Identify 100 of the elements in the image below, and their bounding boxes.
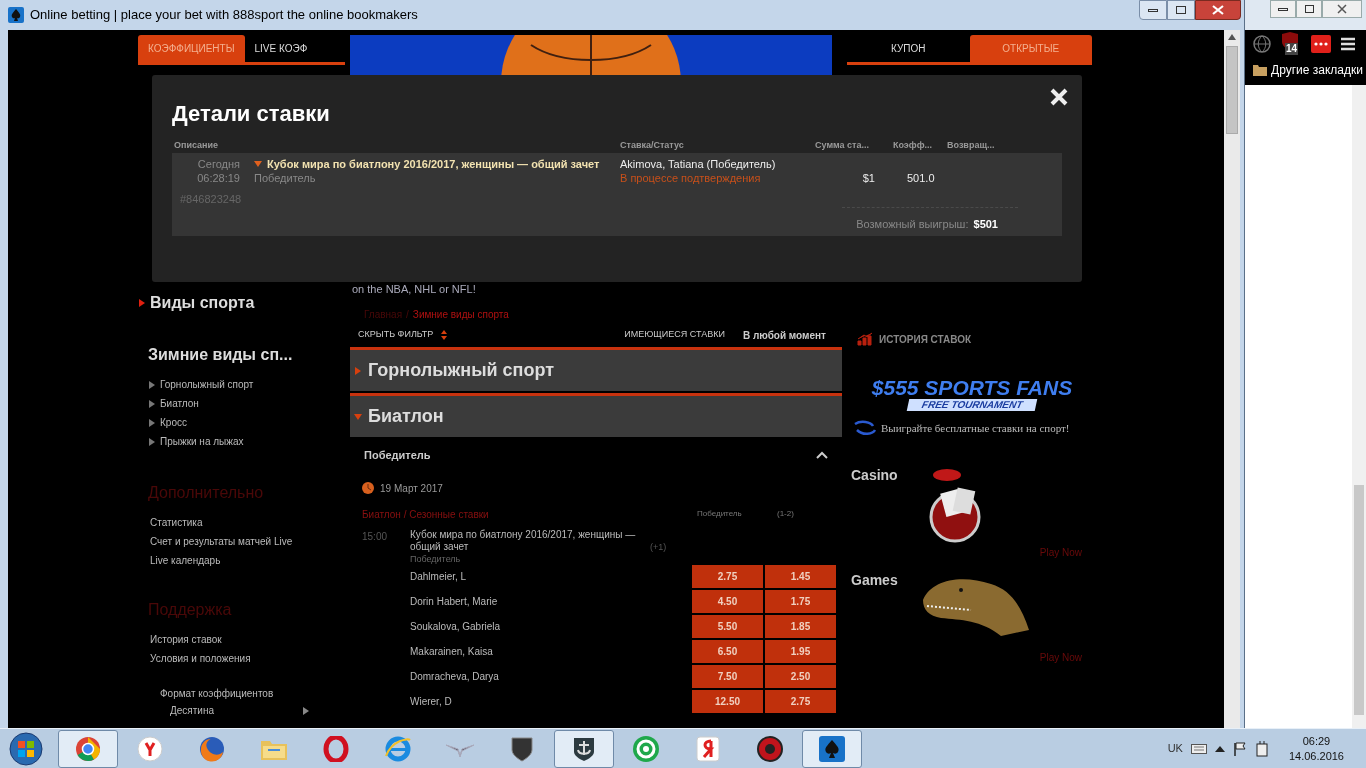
odds-button[interactable]: 6.50 — [692, 640, 763, 663]
column-header: Описание — [174, 139, 220, 151]
keyboard-icon[interactable] — [1190, 743, 1207, 754]
sidebar-link[interactable]: Статистика — [150, 513, 345, 532]
potential-win-value: $501 — [973, 216, 998, 232]
taskbar-button[interactable] — [802, 729, 862, 768]
odds-button[interactable]: 1.45 — [765, 565, 836, 588]
close-icon — [1337, 4, 1347, 14]
odds-button[interactable]: 2.75 — [692, 565, 763, 588]
sport-link[interactable]: Биатлон — [160, 396, 199, 411]
spade-icon — [819, 735, 845, 762]
menu-icon[interactable] — [1341, 37, 1355, 51]
caret-icon — [354, 412, 362, 421]
taskbar-button[interactable] — [554, 729, 614, 768]
column-header: (1-2) — [777, 508, 794, 520]
minimize-button[interactable] — [1270, 0, 1296, 18]
runner-name: Makarainen, Kaisa — [409, 645, 494, 659]
close-icon — [1212, 5, 1224, 15]
breadcrumb-current: Зимние виды спорта — [412, 307, 509, 322]
banner-caption: on the NBA, NHL or NFL! — [351, 282, 477, 297]
scrollbar-thumb[interactable] — [1354, 485, 1364, 715]
close-icon[interactable] — [1050, 88, 1068, 106]
promo-title: Games — [851, 571, 899, 590]
section-heading: Поддержка — [148, 600, 233, 620]
restore-button[interactable] — [1296, 0, 1322, 18]
bullet-icon — [148, 399, 156, 408]
sport-section-header[interactable]: Биатлон — [350, 393, 842, 437]
event-market: Победитель — [410, 553, 462, 565]
sidebar-link[interactable]: Счет и результаты матчей Live — [150, 532, 345, 551]
language-indicator[interactable]: UK — [1167, 740, 1183, 757]
sport-link[interactable]: Прыжки на лыжах — [160, 434, 244, 449]
swoosh-ring-icon — [384, 735, 412, 762]
sport-link[interactable]: Горнолыжный спорт — [160, 377, 254, 392]
promo-banner[interactable]: $555 SPORTS FANS FREE TOURNAMENT — [861, 377, 1083, 411]
bookmark-folder[interactable]: Другие закладки — [1253, 58, 1366, 82]
runner-name: Wierer, D — [409, 695, 453, 709]
bet-odds: 501.0 — [907, 171, 935, 185]
promo-text: Выиграйте бесплатные ставки на спорт! — [881, 420, 1070, 436]
odds-button[interactable]: 5.50 — [692, 615, 763, 638]
badge-count: 14 — [1285, 43, 1299, 55]
runner-name: Domracheva, Darya — [409, 670, 500, 684]
clock-date[interactable]: 14.06.2016 — [1288, 748, 1344, 764]
coupon-tab[interactable]: КУПОН — [847, 35, 970, 62]
scrollbar[interactable] — [1224, 30, 1240, 728]
column-header: Возвращ... — [947, 139, 996, 151]
odds-button[interactable]: 1.95 — [765, 640, 836, 663]
odds-button[interactable]: 4.50 — [692, 590, 763, 613]
flag-icon[interactable] — [1232, 741, 1247, 756]
dialog-title: Детали ставки — [172, 100, 331, 128]
minimize-button[interactable] — [1139, 0, 1167, 20]
sidebar-link[interactable]: Live календарь — [150, 551, 345, 570]
clock-time[interactable]: 06:29 — [1302, 733, 1331, 749]
scrollbar-thumb[interactable] — [1226, 46, 1238, 134]
globe-icon[interactable] — [1253, 35, 1271, 53]
close-button[interactable] — [1195, 0, 1241, 20]
runner-name: Dahlmeier, L — [409, 570, 468, 584]
sports-link[interactable]: Виды спорта — [150, 291, 255, 315]
odds-button[interactable]: 1.75 — [765, 590, 836, 613]
chevron-icon[interactable] — [816, 451, 828, 459]
odds-format-label: Формат коэффициентов — [160, 687, 275, 701]
column-header: Сумма ста... — [815, 139, 870, 151]
available-bets-link[interactable]: ИМЕЮЩИЕСЯ СТАВКИ — [624, 328, 725, 342]
odds-format-select[interactable]: Десятина — [170, 703, 214, 718]
up-arrow-icon[interactable] — [1228, 34, 1236, 40]
sidebar-link[interactable]: История ставок — [150, 630, 345, 649]
swirl-icon — [853, 420, 877, 436]
sport-section-header[interactable]: Горнолыжный спорт — [350, 347, 842, 391]
spinner-icon — [302, 706, 310, 715]
odds-button[interactable]: 12.50 — [692, 690, 763, 713]
hide-filter-link[interactable]: СКРЫТЬ ФИЛЬТР — [358, 328, 434, 342]
bullet-icon — [138, 299, 146, 307]
odds-button[interactable]: 2.50 — [765, 665, 836, 688]
odds-button[interactable]: 1.85 — [765, 615, 836, 638]
tricolor-ring-icon — [75, 735, 101, 762]
dots-icon[interactable] — [1311, 35, 1331, 53]
sort-icon — [441, 330, 448, 340]
category-title: Зимние виды сп... — [148, 345, 294, 365]
runner-name: Dorin Habert, Marie — [409, 595, 499, 609]
bet-event[interactable]: Кубок мира по биатлону 2016/2017, женщины — общий зачет — [267, 157, 600, 171]
odds-button[interactable]: 2.75 — [765, 690, 836, 713]
bet-time: 06:28:19 — [197, 171, 240, 185]
four-pane-orb-icon — [9, 731, 43, 766]
close-button[interactable] — [1322, 0, 1362, 18]
sport-link[interactable]: Кросс — [160, 415, 187, 430]
tile-icon — [696, 735, 720, 762]
bullet-icon — [148, 437, 156, 446]
bet-history-link[interactable]: ИСТОРИЯ СТАВОК — [879, 331, 972, 347]
sidebar-link[interactable]: Условия и положения — [150, 649, 345, 668]
bet-status: В процессе подтверждения — [620, 171, 762, 185]
column-header: Коэфф... — [893, 139, 934, 151]
odds-button[interactable]: 7.50 — [692, 665, 763, 688]
maximize-button[interactable] — [1167, 0, 1195, 20]
folder-icon — [1253, 64, 1267, 76]
time-filter[interactable]: В любой момент — [742, 327, 826, 343]
shield-icon — [511, 735, 533, 762]
power-plug-icon[interactable] — [1254, 740, 1269, 757]
event-name[interactable]: Кубок мира по биатлону 2016/2017, женщины — общий зачет — [410, 529, 650, 553]
up-caret-icon[interactable] — [1214, 745, 1225, 752]
odds-tab[interactable]: LIVE КОЭФ — [244, 35, 318, 62]
scrollbar[interactable] — [1352, 85, 1366, 728]
